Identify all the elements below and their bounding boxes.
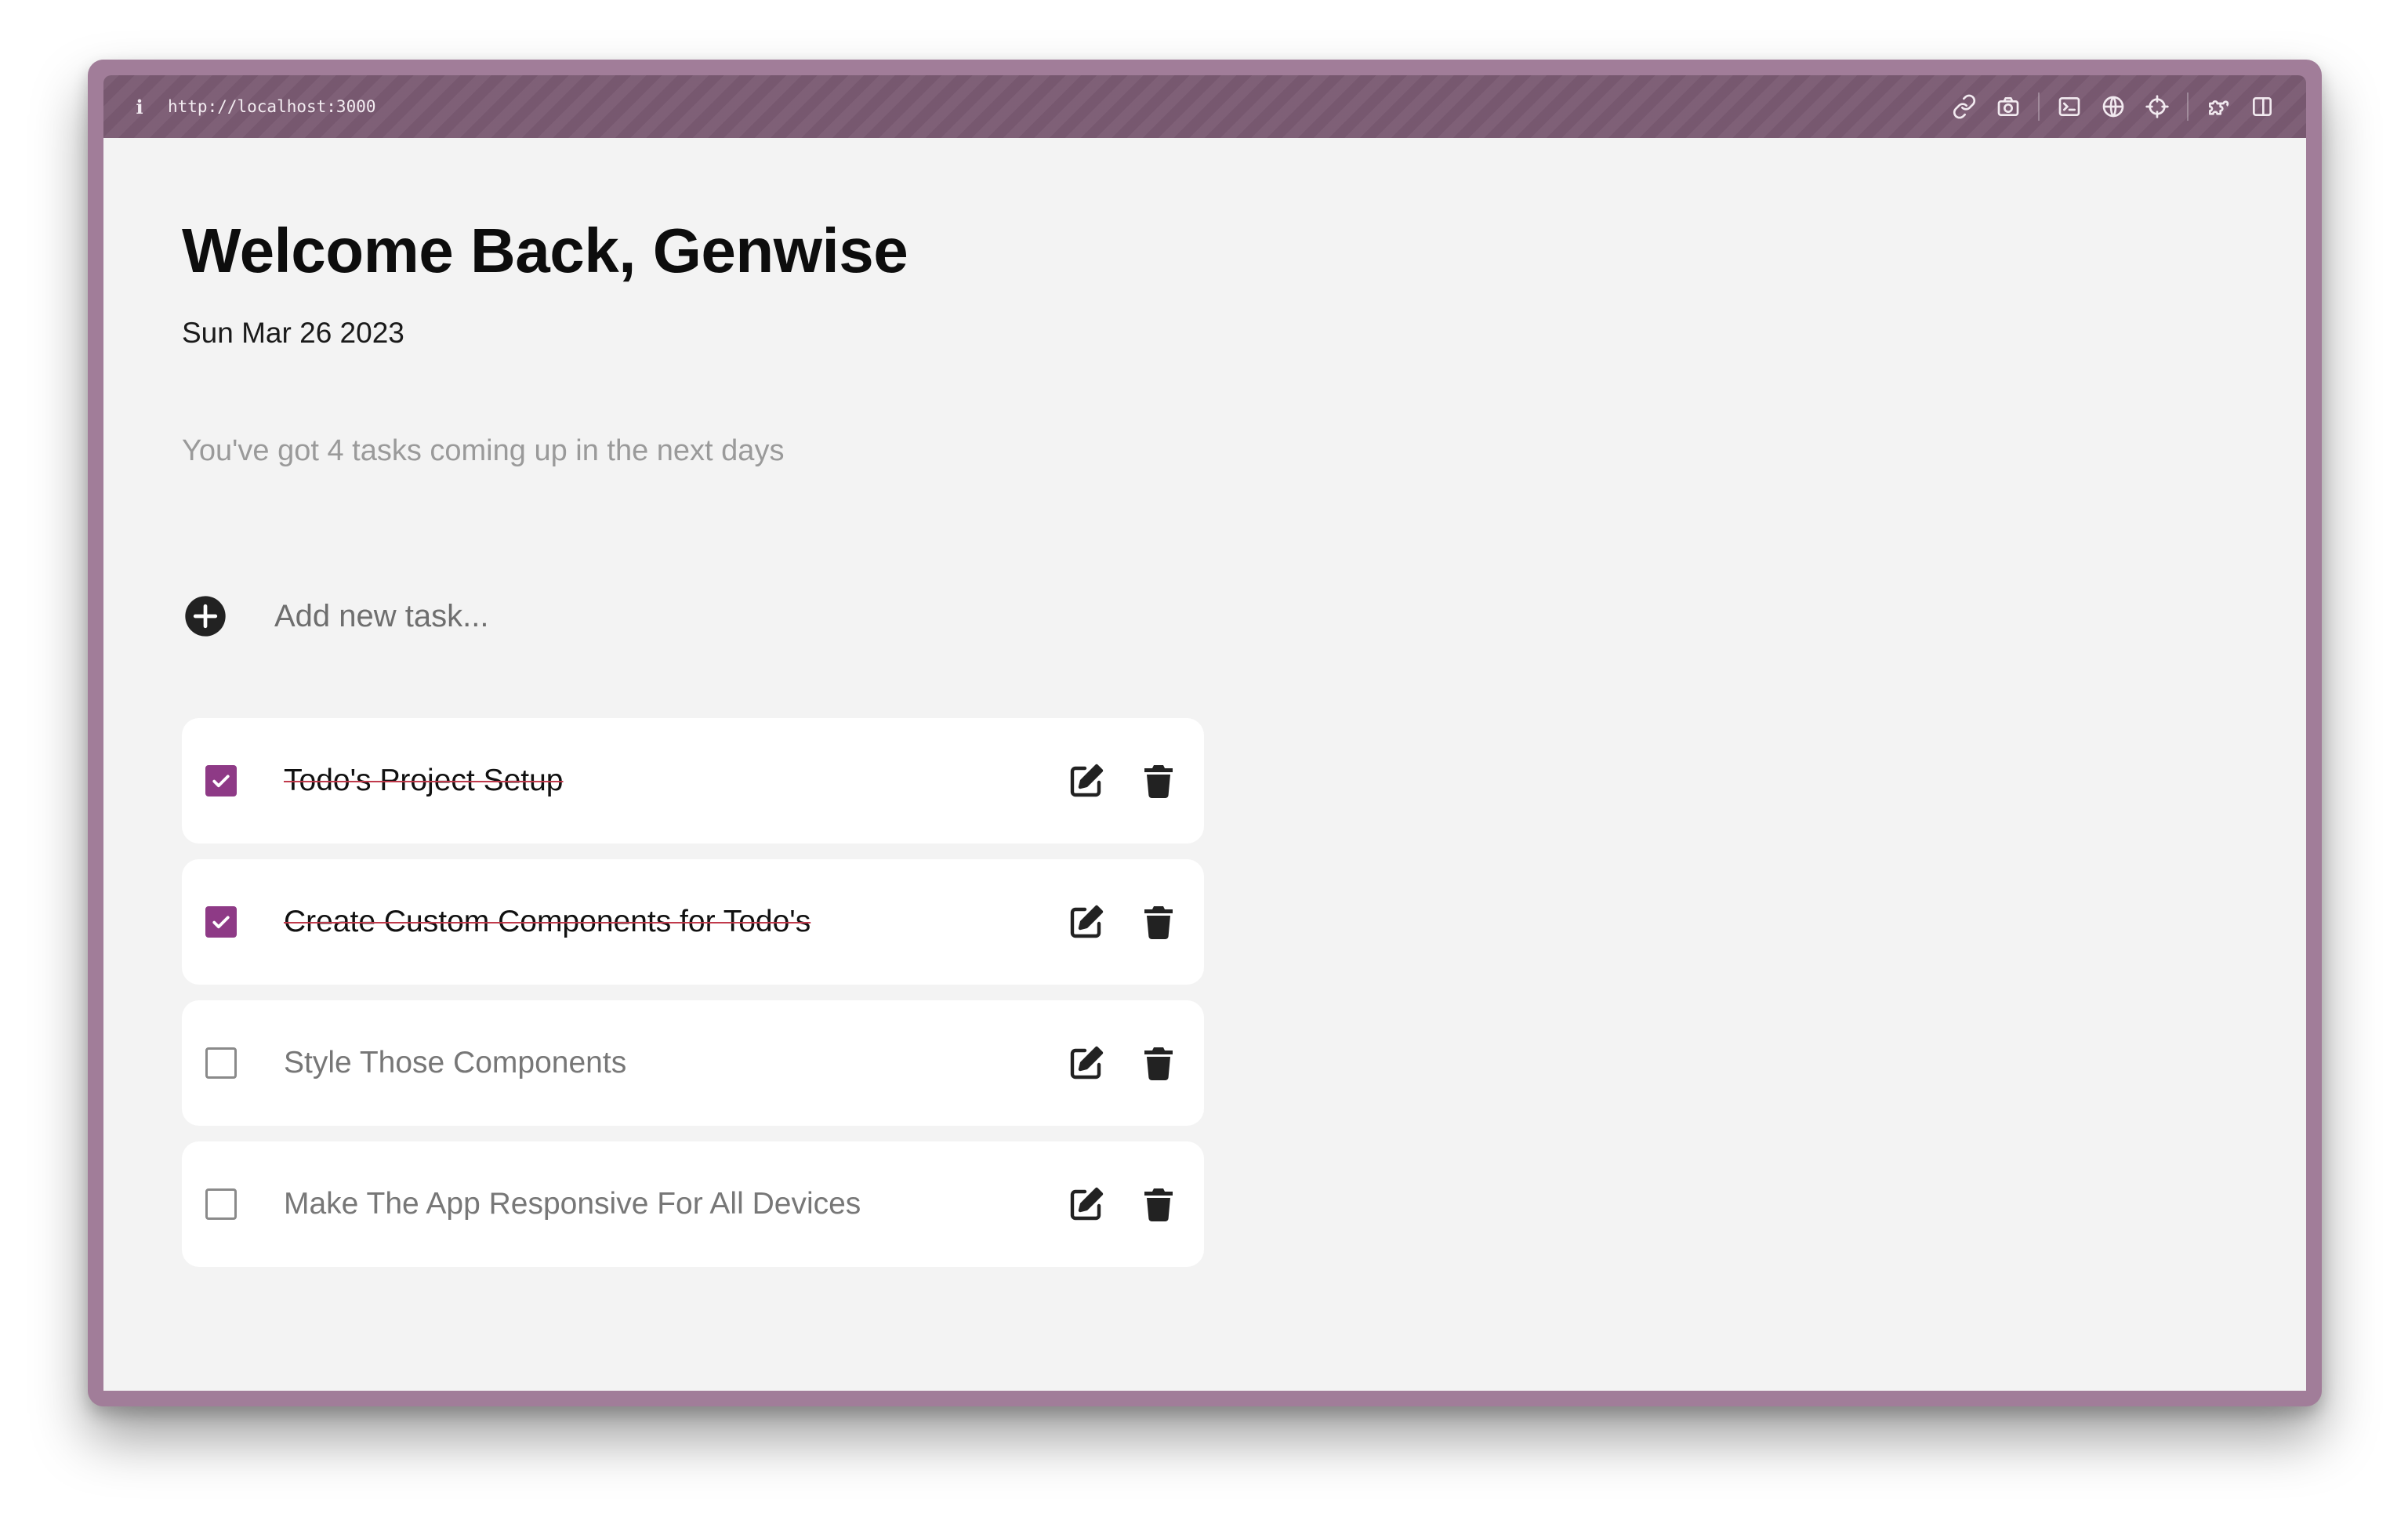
delete-task-button[interactable] xyxy=(1133,1038,1184,1088)
task-checkbox[interactable] xyxy=(205,906,237,938)
app-content: Welcome Back, Genwise Sun Mar 26 2023 Yo… xyxy=(103,138,2306,1391)
terminal-icon[interactable] xyxy=(2047,85,2091,129)
task-item: Make The App Responsive For All Devices xyxy=(182,1141,1204,1267)
trash-icon xyxy=(1144,1188,1173,1221)
task-label: Create Custom Components for Todo's xyxy=(284,905,811,938)
edit-task-button[interactable] xyxy=(1061,756,1112,806)
task-checkbox[interactable] xyxy=(205,1188,237,1220)
delete-task-button[interactable] xyxy=(1133,897,1184,947)
link-icon[interactable] xyxy=(1942,85,1986,129)
split-view-icon[interactable] xyxy=(2240,85,2284,129)
current-date: Sun Mar 26 2023 xyxy=(182,317,404,349)
task-item: Todo's Project Setup xyxy=(182,718,1204,844)
task-item: Create Custom Components for Todo's xyxy=(182,859,1204,985)
edit-task-button[interactable] xyxy=(1061,897,1112,947)
edit-task-button[interactable] xyxy=(1061,1038,1112,1088)
page-title: Welcome Back, Genwise xyxy=(182,216,908,285)
add-task-row xyxy=(182,582,1201,651)
trash-icon xyxy=(1144,1047,1173,1080)
task-label: Style Those Components xyxy=(284,1046,627,1080)
task-list: Todo's Project Setup Create Custom Compo… xyxy=(182,718,1204,1283)
url-bar[interactable]: http://localhost:3000 xyxy=(168,97,376,116)
toolbar-divider xyxy=(2038,93,2040,121)
task-label: Todo's Project Setup xyxy=(284,764,564,797)
toolbar-divider xyxy=(2187,93,2189,121)
task-checkbox[interactable] xyxy=(205,1047,237,1079)
camera-icon[interactable] xyxy=(1986,85,2030,129)
extension-icon[interactable] xyxy=(2196,85,2240,129)
checkmark-icon xyxy=(212,775,230,788)
tasks-summary: You've got 4 tasks coming up in the next… xyxy=(182,434,785,467)
info-icon[interactable]: i xyxy=(130,96,149,118)
crosshair-icon[interactable] xyxy=(2135,85,2179,129)
edit-task-button[interactable] xyxy=(1061,1179,1112,1229)
edit-icon xyxy=(1070,1046,1104,1080)
edit-icon xyxy=(1070,1187,1104,1221)
add-task-button[interactable] xyxy=(182,593,229,640)
delete-task-button[interactable] xyxy=(1133,756,1184,806)
globe-icon[interactable] xyxy=(2091,85,2135,129)
browser-toolbar: i http://localhost:3000 xyxy=(103,75,2306,138)
toolbar-tools xyxy=(1942,85,2284,129)
task-label: Make The App Responsive For All Devices xyxy=(284,1187,861,1221)
edit-icon xyxy=(1070,764,1104,797)
delete-task-button[interactable] xyxy=(1133,1179,1184,1229)
edit-icon xyxy=(1070,905,1104,938)
plus-circle-icon xyxy=(185,596,226,637)
task-checkbox[interactable] xyxy=(205,765,237,796)
add-task-input[interactable] xyxy=(273,597,1057,635)
trash-icon xyxy=(1144,906,1173,939)
task-item: Style Those Components xyxy=(182,1000,1204,1126)
browser-window: i http://localhost:3000 Welcome Back, Ge… xyxy=(88,60,2322,1406)
trash-icon xyxy=(1144,765,1173,799)
checkmark-icon xyxy=(212,916,230,929)
